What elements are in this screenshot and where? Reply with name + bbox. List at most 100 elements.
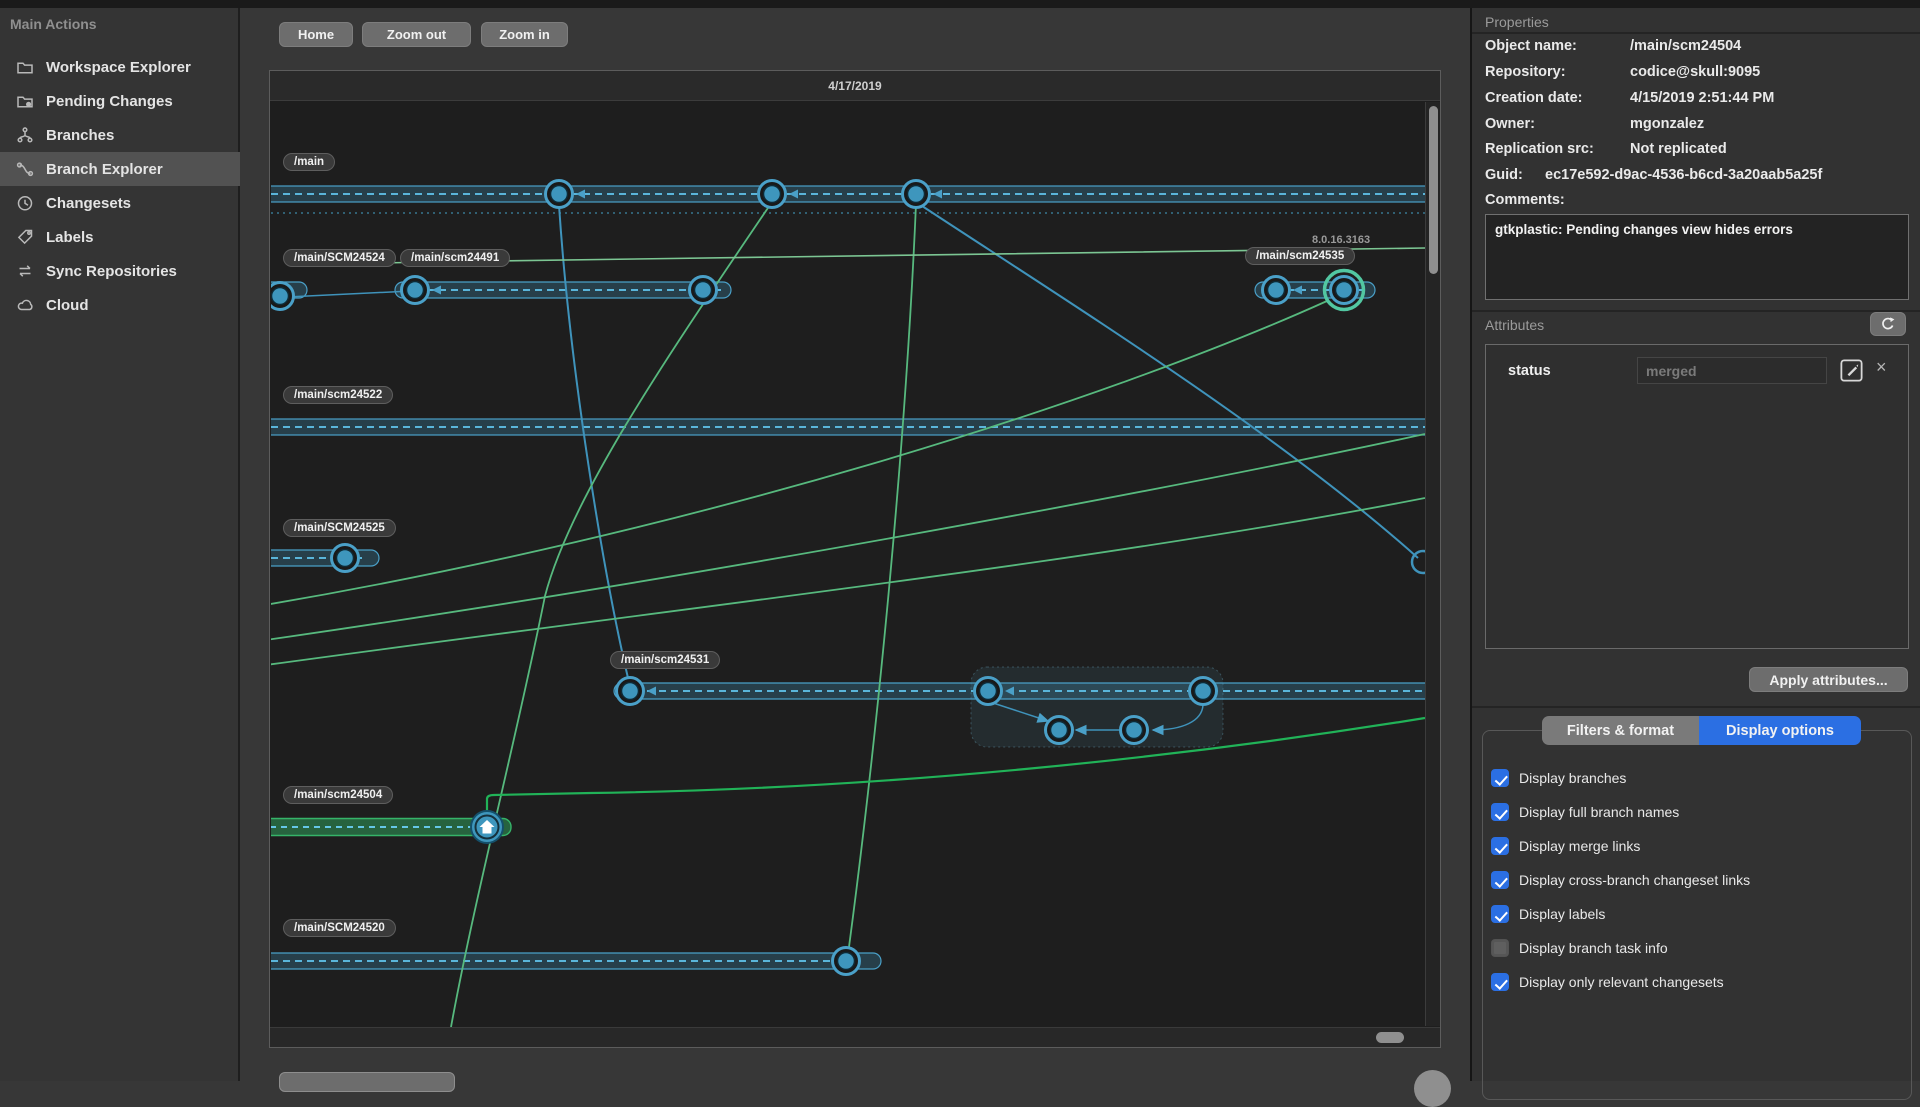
option-display-merge-links[interactable]: Display merge links [1491, 837, 1640, 855]
attribute-value-input[interactable] [1637, 357, 1827, 384]
changeset-node[interactable] [901, 179, 931, 209]
folder-pending-icon [16, 92, 34, 110]
sidebar-item-sync-repositories[interactable]: Sync Repositories [0, 254, 240, 288]
sidebar-item-label: Pending Changes [46, 92, 173, 110]
branch-label[interactable]: /main/scm24535 [1245, 247, 1356, 265]
separator [1472, 32, 1920, 34]
option-display-only-relevant-changesets[interactable]: Display only relevant changesets [1491, 973, 1724, 991]
branch-track-scm24525 [271, 549, 380, 567]
branch-track-scm24520 [271, 952, 882, 970]
sidebar: Main Actions Workspace Explorer Pending … [0, 8, 240, 1081]
attributes-title: Attributes [1485, 317, 1545, 333]
changeset-node-selected[interactable] [1322, 268, 1366, 312]
changeset-nodes[interactable] [271, 179, 1366, 976]
comments-label: Comments: [1485, 192, 1565, 208]
edit-icon [1840, 359, 1863, 382]
sidebar-item-cloud[interactable]: Cloud [0, 288, 240, 322]
checkbox[interactable] [1491, 939, 1509, 957]
branch-label[interactable]: /main/SCM24524 [283, 249, 396, 267]
checkbox[interactable] [1491, 837, 1509, 855]
option-display-branch-task-info[interactable]: Display branch task info [1491, 939, 1668, 957]
horizontal-scrollbar[interactable] [270, 1027, 1440, 1047]
branch-explorer-canvas[interactable]: 4/17/2019 /main /main/SCM24524 /main/scm… [269, 70, 1441, 1048]
changeset-node[interactable] [271, 281, 295, 311]
branch-label[interactable]: /main/scm24531 [610, 651, 721, 669]
changeset-node[interactable] [831, 946, 861, 976]
sidebar-item-labels[interactable]: Labels [0, 220, 240, 254]
properties-title: Properties [1485, 14, 1549, 30]
changeset-group-region [970, 666, 1224, 748]
remove-attribute-button[interactable]: × [1876, 357, 1887, 378]
option-display-full-branch-names[interactable]: Display full branch names [1491, 803, 1679, 821]
sidebar-item-branch-explorer[interactable]: Branch Explorer [0, 152, 240, 186]
folder-icon [16, 58, 34, 76]
changeset-node[interactable] [688, 275, 718, 305]
sidebar-item-label: Workspace Explorer [46, 58, 191, 76]
property-guid: Guid: ec17e592-d9ac-4536-b6cd-3a20aab5a2… [1485, 167, 1823, 183]
vertical-scrollbar-thumb[interactable] [1429, 106, 1438, 274]
changeset-node[interactable] [615, 676, 645, 706]
branch-explorer-icon [16, 160, 34, 178]
checkbox[interactable] [1491, 871, 1509, 889]
right-panel: Properties Object name: /main/scm24504 R… [1470, 8, 1920, 1100]
changeset-node[interactable] [1044, 715, 1074, 745]
sync-icon [16, 262, 34, 280]
changeset-node[interactable] [1261, 275, 1291, 305]
checkbox[interactable] [1491, 905, 1509, 923]
branch-label[interactable]: /main/scm24522 [283, 386, 394, 404]
sidebar-title: Main Actions [10, 16, 97, 32]
sidebar-item-label: Sync Repositories [46, 262, 177, 280]
checkbox[interactable] [1491, 769, 1509, 787]
attributes-box: status × [1485, 344, 1909, 649]
sidebar-item-pending-changes[interactable]: Pending Changes [0, 84, 240, 118]
sidebar-item-workspace-explorer[interactable]: Workspace Explorer [0, 50, 240, 84]
sidebar-item-label: Labels [46, 228, 94, 246]
changeset-node[interactable] [1188, 676, 1218, 706]
tag-icon [16, 228, 34, 246]
branch-track-main [271, 185, 1425, 214]
bottom-partial-circle-button[interactable] [1414, 1070, 1451, 1107]
checkbox[interactable] [1491, 803, 1509, 821]
property-replication-src: Replication src: Not replicated [1485, 141, 1727, 157]
version-label[interactable]: 8.0.16.3163 [1312, 234, 1370, 246]
changeset-node[interactable] [544, 179, 574, 209]
track-arrows [432, 189, 1302, 696]
option-display-branches[interactable]: Display branches [1491, 769, 1626, 787]
attribute-name: status [1508, 363, 1551, 379]
apply-attributes-button[interactable]: Apply attributes... [1749, 667, 1908, 692]
tab-display-options[interactable]: Display options [1699, 716, 1861, 745]
changeset-node[interactable] [757, 179, 787, 209]
branches-icon [16, 126, 34, 144]
property-creation-date: Creation date: 4/15/2019 2:51:44 PM [1485, 90, 1775, 106]
tab-filters-format[interactable]: Filters & format [1542, 716, 1699, 745]
sidebar-item-label: Branches [46, 126, 115, 144]
bottom-partial-button[interactable] [279, 1072, 455, 1092]
option-display-cross-branch-changeset-links[interactable]: Display cross-branch changeset links [1491, 871, 1750, 889]
window-top-strip [0, 0, 1920, 8]
changeset-node[interactable] [400, 275, 430, 305]
branch-label[interactable]: /main [283, 153, 336, 171]
zoom-in-button[interactable]: Zoom in [481, 22, 568, 47]
zoom-out-button[interactable]: Zoom out [362, 22, 471, 47]
home-button[interactable]: Home [279, 22, 353, 47]
date-header-label: 4/17/2019 [828, 78, 882, 93]
branch-label[interactable]: /main/SCM24525 [283, 519, 396, 537]
refresh-attributes-button[interactable] [1870, 312, 1906, 336]
vertical-scrollbar[interactable] [1425, 102, 1440, 1026]
changeset-node[interactable] [1119, 715, 1149, 745]
edit-attribute-button[interactable] [1838, 357, 1865, 384]
sidebar-item-branches[interactable]: Branches [0, 118, 240, 152]
date-header: 4/17/2019 [270, 71, 1440, 101]
branch-label[interactable]: /main/scm24491 [400, 249, 511, 267]
refresh-icon [1882, 317, 1895, 330]
branch-graph[interactable] [271, 101, 1425, 1027]
option-display-labels[interactable]: Display labels [1491, 905, 1605, 923]
changeset-node[interactable] [330, 543, 360, 573]
branch-label[interactable]: /main/scm24504 [283, 786, 394, 804]
horizontal-scrollbar-thumb[interactable] [1376, 1032, 1404, 1043]
checkbox[interactable] [1491, 973, 1509, 991]
workspace-changeset-node-home[interactable] [470, 810, 504, 844]
branch-label[interactable]: /main/SCM24520 [283, 919, 396, 937]
changeset-node[interactable] [973, 676, 1003, 706]
sidebar-item-changesets[interactable]: Changesets [0, 186, 240, 220]
